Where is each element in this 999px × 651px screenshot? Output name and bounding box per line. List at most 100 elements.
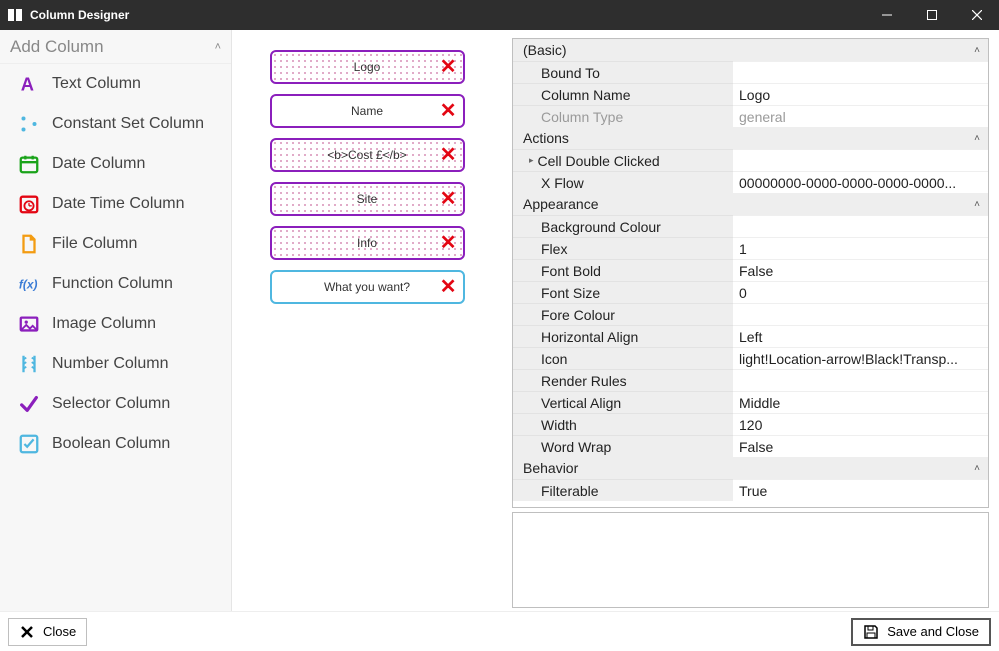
property-key: Render Rules <box>513 369 733 391</box>
column-chip[interactable]: Logo✕ <box>270 50 465 84</box>
property-key: Bound To <box>513 61 733 83</box>
property-category[interactable]: (Basic) ˄ <box>513 39 988 61</box>
sidebar-item-label: File Column <box>52 235 137 253</box>
property-row[interactable]: Horizontal AlignLeft <box>513 325 988 347</box>
column-chip[interactable]: <b>Cost £</b>✕ <box>270 138 465 172</box>
property-row[interactable]: X Flow00000000-0000-0000-0000-0000... <box>513 171 988 193</box>
property-key: Cell Double Clicked <box>513 149 733 171</box>
close-button[interactable]: Close <box>8 618 87 646</box>
save-button-label: Save and Close <box>887 624 979 639</box>
column-chip[interactable]: Info✕ <box>270 226 465 260</box>
property-key: Font Size <box>513 281 733 303</box>
property-value[interactable] <box>733 149 988 171</box>
property-value[interactable]: False <box>733 435 988 457</box>
sidebar-item-text[interactable]: AText Column <box>0 64 231 104</box>
minimize-button[interactable] <box>864 0 909 30</box>
remove-column-icon[interactable]: ✕ <box>440 57 457 77</box>
property-row[interactable]: Word WrapFalse <box>513 435 988 457</box>
property-category-label: (Basic) <box>523 42 567 58</box>
property-panel: (Basic) ˄ Bound ToColumn NameLogoColumn Ty… <box>502 30 999 611</box>
property-value[interactable]: light!Location-arrow!Black!Transp... <box>733 347 988 369</box>
property-value[interactable]: True <box>733 479 988 501</box>
property-row[interactable]: Cell Double Clicked <box>513 149 988 171</box>
property-value[interactable]: 1 <box>733 237 988 259</box>
sidebar-item-file[interactable]: File Column <box>0 224 231 264</box>
property-value[interactable]: Logo <box>733 83 988 105</box>
property-row[interactable]: Column Typegeneral <box>513 105 988 127</box>
sidebar-item-constant[interactable]: Constant Set Column <box>0 104 231 144</box>
svg-text:f(x): f(x) <box>19 278 38 292</box>
sidebar-item-date[interactable]: Date Column <box>0 144 231 184</box>
sidebar-header[interactable]: Add Column ˄ <box>0 30 231 64</box>
property-value[interactable]: False <box>733 259 988 281</box>
sidebar-item-selector[interactable]: Selector Column <box>0 384 231 424</box>
column-chip[interactable]: What you want?✕ <box>270 270 465 304</box>
remove-column-icon[interactable]: ✕ <box>440 233 457 253</box>
sidebar-item-label: Date Column <box>52 155 145 173</box>
sidebar-item-number[interactable]: Number Column <box>0 344 231 384</box>
chevron-up-icon: ˄ <box>974 133 980 144</box>
sidebar-item-function[interactable]: f(x)Function Column <box>0 264 231 304</box>
property-value[interactable] <box>733 61 988 83</box>
property-row[interactable]: Render Rules <box>513 369 988 391</box>
property-row[interactable]: Flex1 <box>513 237 988 259</box>
chevron-up-icon: ˄ <box>974 45 980 56</box>
property-value[interactable] <box>733 215 988 237</box>
column-chip[interactable]: Site✕ <box>270 182 465 216</box>
chevron-up-icon: ˄ <box>974 463 980 474</box>
chevron-up-icon: ˄ <box>974 199 980 210</box>
footer: Close Save and Close <box>0 611 999 651</box>
property-key: Flex <box>513 237 733 259</box>
title-bar: Column Designer <box>0 0 999 30</box>
property-key: Filterable <box>513 479 733 501</box>
property-row[interactable]: Fore Colour <box>513 303 988 325</box>
property-row[interactable]: Background Colour <box>513 215 988 237</box>
property-value[interactable]: Middle <box>733 391 988 413</box>
property-key: Vertical Align <box>513 391 733 413</box>
property-category[interactable]: Appearance˄ <box>513 193 988 215</box>
property-category[interactable]: Behavior˄ <box>513 457 988 479</box>
image-icon <box>18 313 40 335</box>
property-row[interactable]: Font BoldFalse <box>513 259 988 281</box>
remove-column-icon[interactable]: ✕ <box>440 277 457 297</box>
property-value[interactable]: 00000000-0000-0000-0000-0000... <box>733 171 988 193</box>
sidebar-item-label: Number Column <box>52 355 168 373</box>
property-key: Width <box>513 413 733 435</box>
sidebar-item-image[interactable]: Image Column <box>0 304 231 344</box>
property-row[interactable]: FilterableTrue <box>513 479 988 501</box>
property-row[interactable]: Vertical AlignMiddle <box>513 391 988 413</box>
column-chip-label: Info <box>272 236 463 250</box>
datetime-icon <box>18 193 40 215</box>
property-value[interactable]: general <box>733 105 988 127</box>
property-category[interactable]: Actions ˄ <box>513 127 988 149</box>
property-row[interactable]: Width120 <box>513 413 988 435</box>
function-icon: f(x) <box>18 273 40 295</box>
property-key: Column Type <box>513 105 733 127</box>
close-window-button[interactable] <box>954 0 999 30</box>
column-chip-label: Name <box>272 104 463 118</box>
property-value[interactable]: 0 <box>733 281 988 303</box>
column-chip-label: <b>Cost £</b> <box>272 148 463 162</box>
property-row[interactable]: Font Size0 <box>513 281 988 303</box>
sidebar-item-boolean[interactable]: Boolean Column <box>0 424 231 464</box>
window-title: Column Designer <box>30 8 129 22</box>
property-row[interactable]: Column NameLogo <box>513 83 988 105</box>
maximize-button[interactable] <box>909 0 954 30</box>
property-value[interactable]: 120 <box>733 413 988 435</box>
property-value[interactable] <box>733 303 988 325</box>
constant-icon <box>18 113 40 135</box>
column-chip[interactable]: Name✕ <box>270 94 465 128</box>
chevron-up-icon: ˄ <box>215 41 221 53</box>
property-key: Background Colour <box>513 215 733 237</box>
sidebar-item-datetime[interactable]: Date Time Column <box>0 184 231 224</box>
property-category-label: Actions <box>523 130 569 146</box>
column-list: Logo✕Name✕<b>Cost £</b>✕Site✕Info✕What y… <box>232 30 502 611</box>
save-and-close-button[interactable]: Save and Close <box>851 618 991 646</box>
property-row[interactable]: Iconlight!Location-arrow!Black!Transp... <box>513 347 988 369</box>
property-value[interactable] <box>733 369 988 391</box>
remove-column-icon[interactable]: ✕ <box>440 189 457 209</box>
remove-column-icon[interactable]: ✕ <box>440 145 457 165</box>
property-value[interactable]: Left <box>733 325 988 347</box>
remove-column-icon[interactable]: ✕ <box>440 101 457 121</box>
property-row[interactable]: Bound To <box>513 61 988 83</box>
